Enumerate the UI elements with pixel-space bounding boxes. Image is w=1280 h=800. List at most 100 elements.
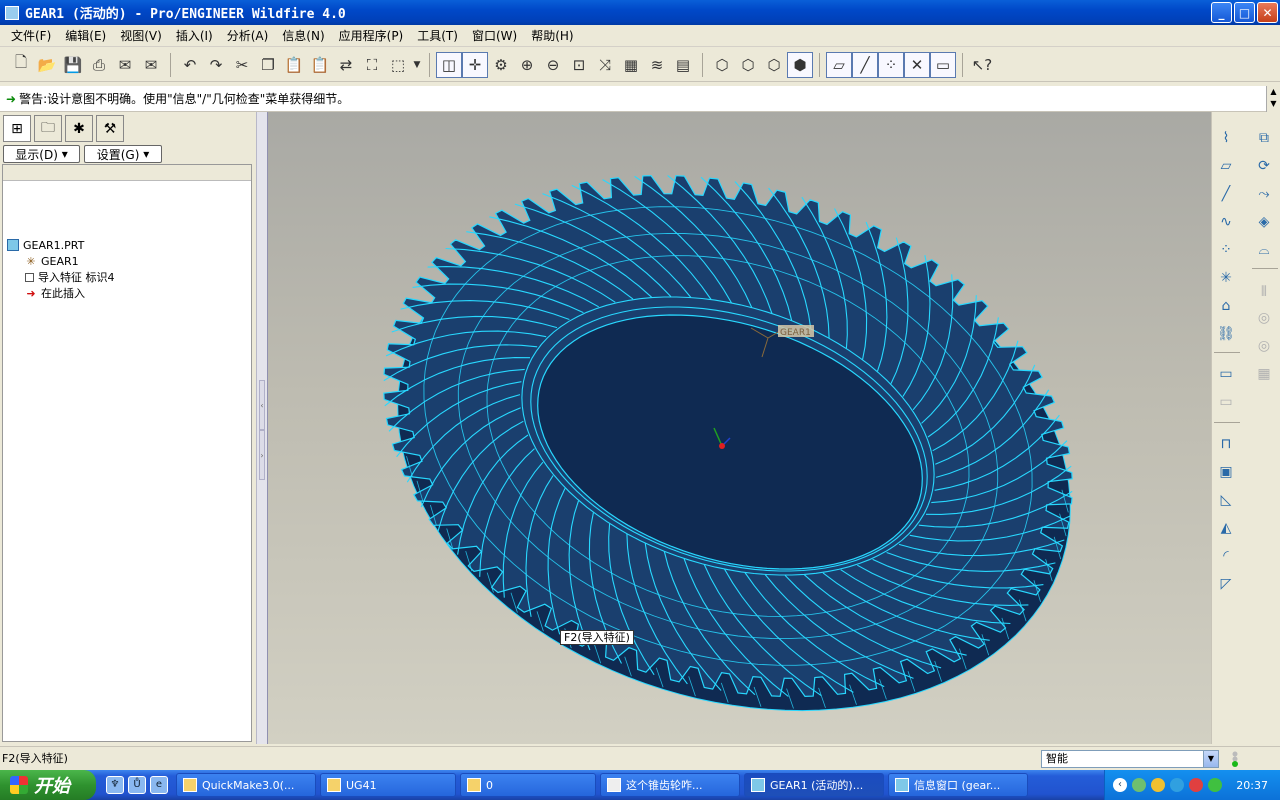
- qq-icon[interactable]: [1151, 778, 1165, 792]
- panel-splitter[interactable]: ‹ ›: [256, 112, 268, 744]
- menu-tools[interactable]: 工具(T): [410, 27, 465, 44]
- tree-item-csys[interactable]: ✳ GEAR1: [25, 253, 78, 269]
- link-icon[interactable]: ⛓: [1214, 322, 1238, 346]
- datum-points-icon[interactable]: ⁘: [878, 51, 904, 78]
- datum-curve-icon[interactable]: ∿: [1214, 210, 1238, 234]
- start-button[interactable]: 开始: [0, 770, 96, 800]
- datum-plane-icon[interactable]: ▱: [1214, 154, 1238, 178]
- menu-help[interactable]: 帮助(H): [524, 27, 580, 44]
- security-icon[interactable]: [1170, 778, 1184, 792]
- menu-edit[interactable]: 编辑(E): [58, 27, 113, 44]
- copy-geometry-icon[interactable]: ▭: [1214, 390, 1238, 414]
- task-ug41[interactable]: UG41: [320, 773, 456, 797]
- message-scrollbar[interactable]: ▲ ▼: [1266, 86, 1280, 112]
- save-icon[interactable]: 💾: [60, 52, 86, 78]
- orient-mode-icon[interactable]: ⚙: [488, 52, 514, 78]
- tree-item-part[interactable]: GEAR1.PRT: [7, 237, 84, 253]
- shell-icon[interactable]: ▣: [1214, 460, 1238, 484]
- draft-icon[interactable]: ◭: [1214, 516, 1238, 540]
- hole-icon[interactable]: ⊓: [1214, 432, 1238, 456]
- shield-icon[interactable]: [1208, 778, 1222, 792]
- dropdown-arrow-icon[interactable]: ▼: [411, 52, 423, 78]
- no-hidden-icon[interactable]: ⬡: [761, 52, 787, 78]
- spin-center-icon[interactable]: ✛: [462, 51, 488, 78]
- task-browser[interactable]: 这个锥齿轮咋...: [600, 773, 740, 797]
- shading-icon[interactable]: ⬢: [787, 51, 813, 78]
- merge-icon[interactable]: ◎: [1252, 306, 1276, 330]
- tree-item-import[interactable]: 导入特征 标识4: [25, 269, 115, 285]
- zoom-in-icon[interactable]: ⊕: [514, 52, 540, 78]
- close-button[interactable]: ✕: [1257, 2, 1278, 23]
- menu-applications[interactable]: 应用程序(P): [332, 27, 411, 44]
- paste-special-icon[interactable]: 📋: [307, 52, 333, 78]
- new-file-icon[interactable]: 🗋: [8, 52, 34, 78]
- boundary-blend-icon[interactable]: ⌓: [1252, 238, 1276, 262]
- copy-icon[interactable]: ❐: [255, 52, 281, 78]
- selection-filter[interactable]: 智能 ▼: [1041, 750, 1219, 768]
- task-proe-gear1[interactable]: GEAR1 (活动的)...: [744, 773, 884, 797]
- revolve-icon[interactable]: ⟳: [1252, 154, 1276, 178]
- gear-model[interactable]: GEAR1: [268, 112, 1211, 744]
- trim-icon[interactable]: ◎: [1252, 334, 1276, 358]
- context-help-icon[interactable]: ↖?: [969, 52, 995, 78]
- layers-icon[interactable]: ≋: [644, 52, 670, 78]
- refit-icon[interactable]: ⊡: [566, 52, 592, 78]
- pattern-icon[interactable]: ▦: [1252, 362, 1276, 386]
- reorient-icon[interactable]: ⤨: [592, 52, 618, 78]
- regenerate-icon[interactable]: ⇄: [333, 52, 359, 78]
- task-folder-0[interactable]: 0: [460, 773, 596, 797]
- rib-icon[interactable]: ◺: [1214, 488, 1238, 512]
- mirror-icon[interactable]: ⫴: [1252, 280, 1276, 304]
- coordinate-system-icon[interactable]: ✳: [1214, 266, 1238, 290]
- datum-axes-icon[interactable]: ╱: [852, 51, 878, 78]
- chevron-down-icon[interactable]: ▼: [1203, 751, 1218, 767]
- view-manager-icon[interactable]: ▤: [670, 52, 696, 78]
- hidden-line-icon[interactable]: ⬡: [735, 52, 761, 78]
- menu-file[interactable]: 文件(F): [4, 27, 58, 44]
- annotation-icon[interactable]: ▭: [1214, 362, 1238, 386]
- quick-launch-ie-icon[interactable]: e: [150, 776, 168, 794]
- minimize-button[interactable]: _: [1211, 2, 1232, 23]
- chamfer-icon[interactable]: ◸: [1214, 572, 1238, 596]
- menu-info[interactable]: 信息(N): [275, 27, 331, 44]
- task-info-window[interactable]: 信息窗口 (gear...: [888, 773, 1028, 797]
- redo-icon[interactable]: ↷: [203, 52, 229, 78]
- folder-browser-tab[interactable]: 🗀: [34, 115, 62, 142]
- extrude-icon[interactable]: ⧉: [1252, 126, 1276, 150]
- tray-expand-icon[interactable]: ‹: [1113, 778, 1127, 792]
- blend-icon[interactable]: ◈: [1252, 210, 1276, 234]
- tree-item-insert-here[interactable]: ➜ 在此插入: [25, 285, 85, 301]
- cut-icon[interactable]: ✂: [229, 52, 255, 78]
- zoom-out-icon[interactable]: ⊖: [540, 52, 566, 78]
- round-icon[interactable]: ◜: [1214, 544, 1238, 568]
- datum-axis-icon[interactable]: ╱: [1214, 182, 1238, 206]
- undo-icon[interactable]: ↶: [177, 52, 203, 78]
- coordinate-systems-icon[interactable]: ✕: [904, 51, 930, 78]
- open-file-icon[interactable]: 📂: [34, 52, 60, 78]
- quick-launch-app-icon[interactable]: Ů: [128, 776, 146, 794]
- maximize-button[interactable]: □: [1234, 2, 1255, 23]
- menu-insert[interactable]: 插入(I): [169, 27, 220, 44]
- paste-icon[interactable]: 📋: [281, 52, 307, 78]
- find-icon[interactable]: ⛶: [359, 52, 385, 78]
- wireframe-icon[interactable]: ⬡: [709, 52, 735, 78]
- saved-views-icon[interactable]: ▦: [618, 52, 644, 78]
- send-mail-icon[interactable]: ✉: [112, 52, 138, 78]
- select-box-icon[interactable]: ⬚: [385, 52, 411, 78]
- print-icon[interactable]: ⎙: [86, 52, 112, 78]
- display-button[interactable]: 显示(D) ▾: [3, 145, 80, 163]
- collapse-left-handle[interactable]: ‹: [259, 380, 265, 430]
- model-tree-tab[interactable]: ⊞: [3, 115, 31, 142]
- menu-window[interactable]: 窗口(W): [465, 27, 524, 44]
- graphics-window[interactable]: GEAR1 F2(导入特征): [268, 112, 1211, 744]
- expand-right-handle[interactable]: ›: [259, 430, 265, 480]
- analysis-feature-icon[interactable]: ⌂: [1214, 294, 1238, 318]
- menu-view[interactable]: 视图(V): [113, 27, 169, 44]
- antivirus-icon[interactable]: [1189, 778, 1203, 792]
- quick-launch-app-icon[interactable]: ♆: [106, 776, 124, 794]
- datum-point-icon[interactable]: ⁘: [1214, 238, 1238, 262]
- mail-attach-icon[interactable]: ✉: [138, 52, 164, 78]
- favorites-tab[interactable]: ✱: [65, 115, 93, 142]
- sweep-icon[interactable]: ⤳: [1252, 182, 1276, 206]
- network-icon[interactable]: [1132, 778, 1146, 792]
